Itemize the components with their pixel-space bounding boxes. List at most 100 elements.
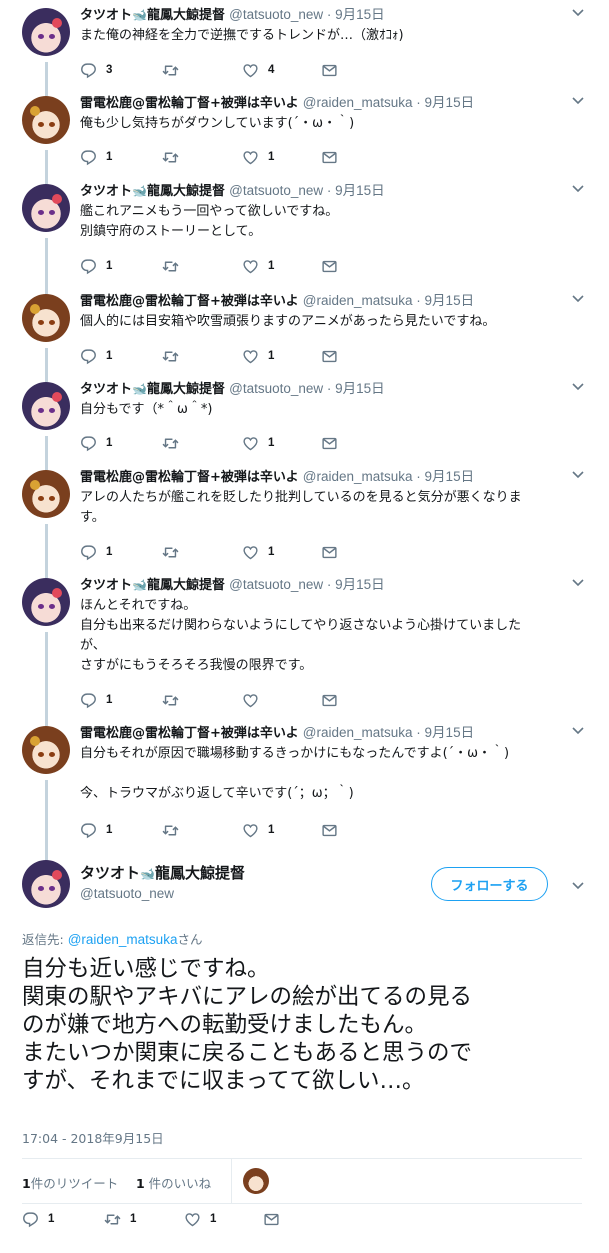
author-name[interactable]: 雷電松鹿@雷松輪丁督+被弾は辛いよ (80, 294, 299, 309)
tweet-text-line: アレの人たちが艦これを貶したり批判しているのを見ると気分が悪くなりま (80, 490, 522, 505)
direct-message-button[interactable] (321, 433, 338, 453)
reply-button[interactable]: 1 (80, 690, 112, 710)
tweet-text-line: 今、トラウマがぶり返して辛いです(´；ω；｀) (80, 786, 354, 801)
reply-count: 1 (106, 151, 113, 163)
like-button[interactable]: 1 (242, 542, 274, 562)
separator-dot: · (323, 381, 336, 396)
mention-link[interactable]: @raiden_matsuka (68, 932, 178, 947)
author-name[interactable]: タツオト🐋龍鳳大鯨提督 (80, 382, 225, 397)
retweet-icon (162, 692, 179, 709)
avatar[interactable] (22, 8, 70, 56)
tweet-text-line: 自分もそれが原因で職場移動するきっかけにもなったんですよ(´・ω・｀) (80, 746, 510, 761)
avatar[interactable] (22, 382, 70, 430)
retweet-button[interactable] (162, 60, 188, 80)
author-handle[interactable]: @tatsuoto_new (229, 577, 323, 592)
avatar[interactable] (22, 184, 70, 232)
chevron-down-icon[interactable] (571, 574, 585, 588)
reply-button[interactable]: 1 (80, 820, 112, 840)
tweet-date[interactable]: 9月15日 (335, 381, 385, 396)
liker-avatar[interactable] (243, 1168, 269, 1194)
like-button[interactable] (242, 690, 268, 710)
reply-button[interactable]: 1 (22, 1209, 54, 1229)
chevron-down-icon[interactable] (571, 466, 585, 480)
author-name[interactable]: タツオト🐋龍鳳大鯨提督 (80, 578, 225, 593)
tweet-date[interactable]: 9月15日 (425, 725, 475, 740)
author-name[interactable]: 雷電松鹿@雷松輪丁督+被弾は辛いよ (80, 726, 299, 741)
author-handle[interactable]: @tatsuoto_new (229, 7, 323, 22)
tweet-date[interactable]: 9月15日 (425, 95, 475, 110)
tweet-date[interactable]: 9月15日 (335, 7, 385, 22)
chevron-down-icon[interactable] (571, 4, 585, 18)
like-button[interactable]: 1 (242, 433, 274, 453)
follow-button[interactable]: フォローする (431, 867, 548, 901)
like-stat[interactable]: 1 件のいいね (136, 1173, 211, 1192)
like-button[interactable]: 4 (242, 60, 274, 80)
direct-message-button[interactable] (321, 542, 338, 562)
author-handle[interactable]: @raiden_matsuka (303, 725, 413, 740)
author-name[interactable]: 雷電松鹿@雷松輪丁督+被弾は辛いよ (80, 96, 299, 111)
direct-message-button[interactable] (321, 256, 338, 276)
author-handle[interactable]: @raiden_matsuka (303, 293, 413, 308)
reply-button[interactable]: 1 (80, 346, 112, 366)
direct-message-button[interactable] (321, 147, 338, 167)
avatar[interactable] (22, 470, 70, 518)
like-button[interactable]: 1 (242, 147, 274, 167)
like-button[interactable]: 1 (242, 256, 274, 276)
thread-connector (45, 436, 48, 470)
author-name[interactable]: タツオト🐋龍鳳大鯨提督 (80, 184, 225, 199)
author-handle[interactable]: @raiden_matsuka (303, 95, 413, 110)
direct-message-button[interactable] (263, 1209, 280, 1229)
like-icon (242, 692, 259, 709)
like-icon (242, 822, 259, 839)
replying-to: 返信先: @raiden_matsukaさん (22, 932, 203, 947)
like-button[interactable]: 1 (242, 346, 274, 366)
retweet-button[interactable] (162, 820, 188, 840)
tweet-actions: 11 (80, 542, 380, 562)
tweet-text-line: すが、それまでに収まってて欲しい…。 (22, 1068, 425, 1094)
tweet-date[interactable]: 9月15日 (425, 469, 475, 484)
retweet-button[interactable] (162, 147, 188, 167)
retweet-button[interactable] (162, 256, 188, 276)
tweet-timestamp[interactable]: 17:04 - 2018年9月15日 (22, 1128, 164, 1147)
direct-message-button[interactable] (321, 60, 338, 80)
reply-button[interactable]: 3 (80, 60, 112, 80)
retweet-button[interactable] (162, 542, 188, 562)
tweet-date[interactable]: 9月15日 (335, 183, 385, 198)
chevron-down-icon[interactable] (571, 290, 585, 304)
tweet-text-line: 自分も出来るだけ関わらないようにしてやり返さないよう心掛けていました (80, 618, 522, 633)
reply-button[interactable]: 1 (80, 433, 112, 453)
retweet-button[interactable] (162, 346, 188, 366)
avatar[interactable] (22, 726, 70, 774)
like-button[interactable]: 1 (242, 820, 274, 840)
chevron-down-icon[interactable] (571, 92, 585, 106)
reply-button[interactable]: 1 (80, 147, 112, 167)
reply-button[interactable]: 1 (80, 256, 112, 276)
avatar[interactable] (22, 294, 70, 342)
retweet-stat[interactable]: 1件のリツイート (22, 1173, 118, 1192)
direct-message-button[interactable] (321, 346, 338, 366)
avatar[interactable] (22, 860, 70, 908)
retweet-button[interactable] (162, 433, 188, 453)
tweet-date[interactable]: 9月15日 (425, 293, 475, 308)
direct-message-button[interactable] (321, 690, 338, 710)
reply-button[interactable]: 1 (80, 542, 112, 562)
chevron-down-icon[interactable] (571, 180, 585, 194)
author-name[interactable]: 雷電松鹿@雷松輪丁督+被弾は辛いよ (80, 470, 299, 485)
author-handle[interactable]: @tatsuoto_new (229, 183, 323, 198)
direct-message-button[interactable] (321, 820, 338, 840)
retweet-icon (162, 258, 179, 275)
author-name[interactable]: タツオト🐋龍鳳大鯨提督 (80, 862, 245, 883)
chevron-down-icon[interactable] (571, 877, 585, 891)
retweet-button[interactable]: 1 (104, 1209, 136, 1229)
avatar[interactable] (22, 96, 70, 144)
author-handle[interactable]: @tatsuoto_new (229, 381, 323, 396)
retweet-button[interactable] (162, 690, 188, 710)
author-name[interactable]: タツオト🐋龍鳳大鯨提督 (80, 8, 225, 23)
tweet-date[interactable]: 9月15日 (335, 577, 385, 592)
like-button[interactable]: 1 (184, 1209, 216, 1229)
avatar[interactable] (22, 578, 70, 626)
author-handle[interactable]: @raiden_matsuka (303, 469, 413, 484)
chevron-down-icon[interactable] (571, 378, 585, 392)
chevron-down-icon[interactable] (571, 722, 585, 736)
author-handle[interactable]: @tatsuoto_new (80, 886, 174, 901)
